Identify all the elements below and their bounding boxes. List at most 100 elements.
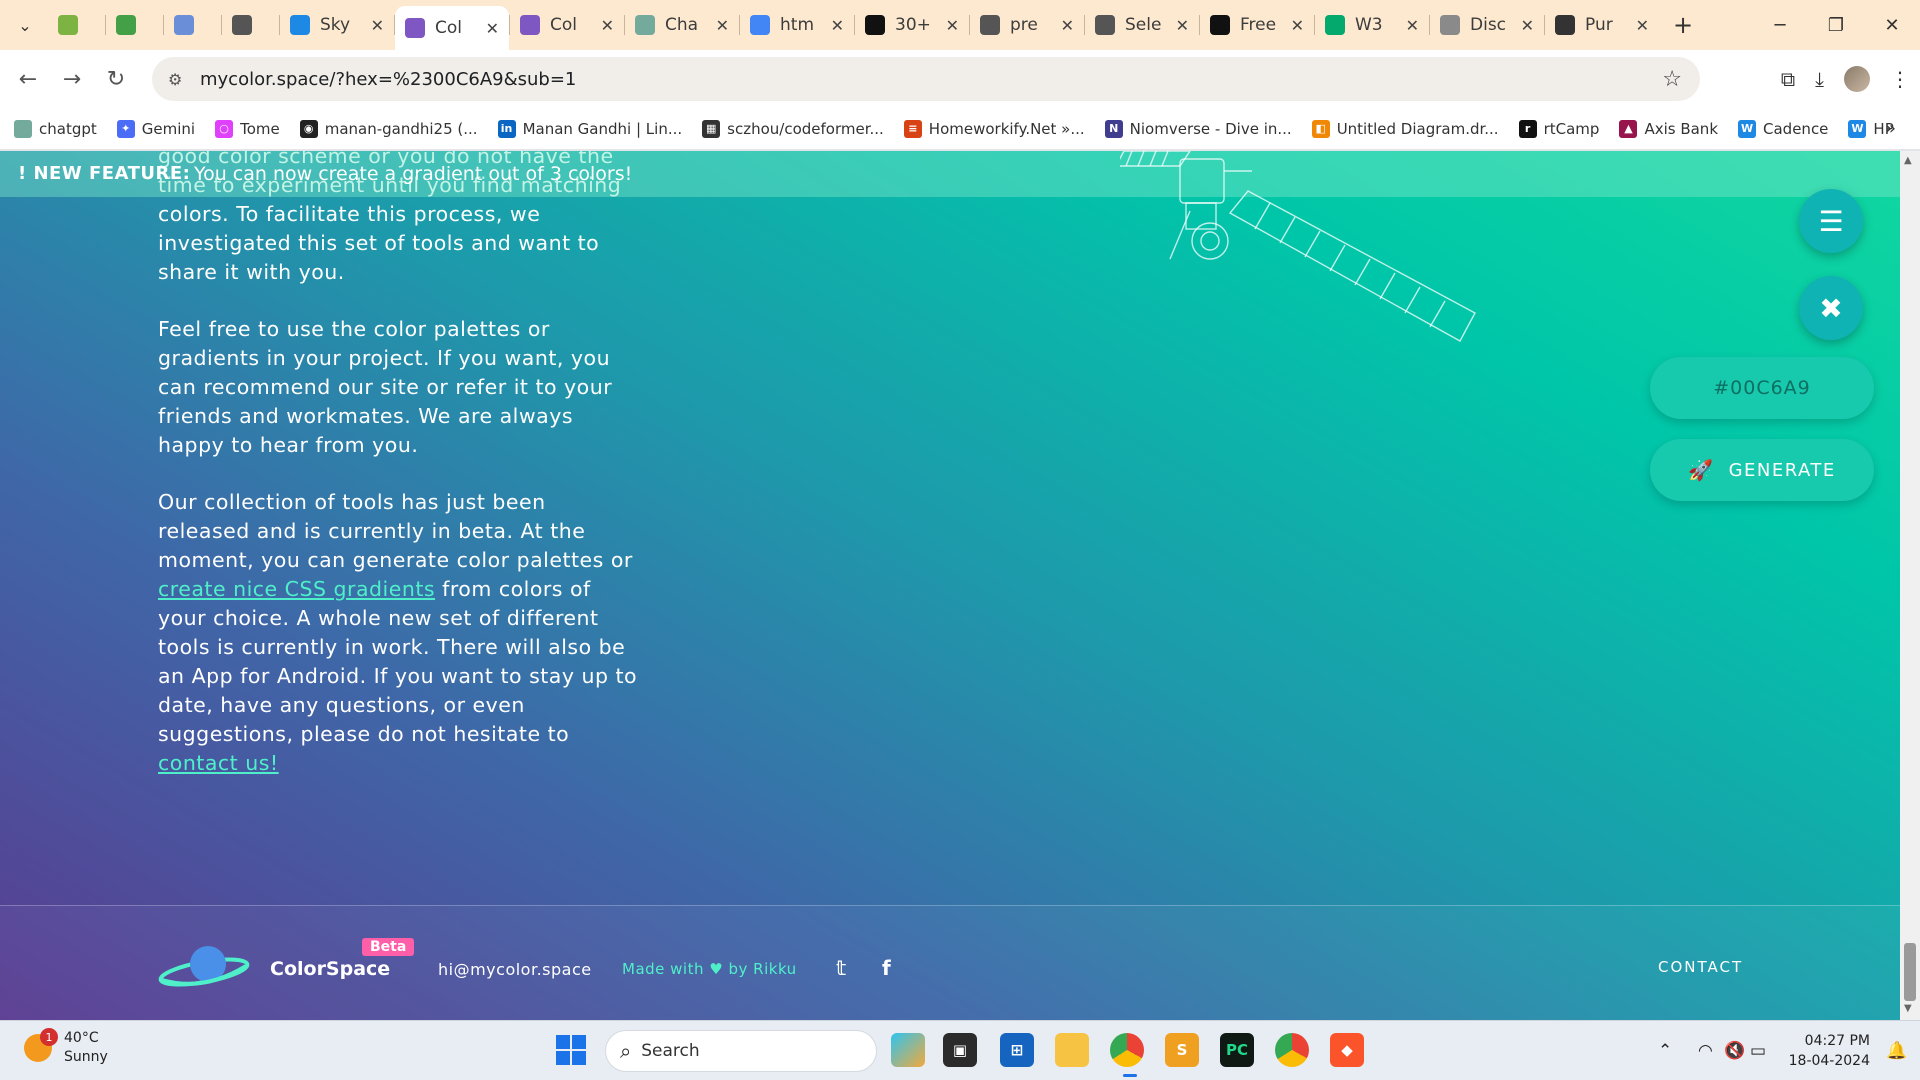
more-bookmarks-icon[interactable]: »: [1885, 118, 1896, 139]
hex-color-input[interactable]: #00C6A9: [1650, 357, 1874, 419]
bookmark-item[interactable]: ◧ Untitled Diagram.dr...: [1311, 119, 1499, 138]
back-icon[interactable]: ←: [6, 57, 50, 101]
made-with-credit: Made with ♥ by Rikku: [622, 960, 797, 978]
browser-tab[interactable]: [48, 6, 105, 44]
google-icon: [750, 15, 770, 35]
browser-tab[interactable]: pre ✕: [970, 6, 1084, 44]
extensions-icon[interactable]: ⧉: [1781, 67, 1795, 91]
tab-close-icon[interactable]: ✕: [1061, 16, 1074, 35]
os-taskbar: 1 40°C Sunny ⌕ Search ▣ ⊞ S PC ◆ ⌃ ◠ 🔇 ▭…: [0, 1020, 1920, 1080]
browser-tab[interactable]: [106, 6, 163, 44]
bookmark-item[interactable]: ≡ Homeworkify.Net »...: [903, 119, 1085, 138]
scrollbar-thumb[interactable]: [1904, 943, 1916, 1001]
file-explorer-icon[interactable]: [1055, 1033, 1089, 1067]
browser-tab[interactable]: Col ✕: [510, 6, 624, 44]
tab-close-icon[interactable]: ✕: [486, 19, 499, 38]
tab-close-icon[interactable]: ✕: [1291, 16, 1304, 35]
reload-icon[interactable]: ↻: [94, 57, 138, 101]
bookmark-item[interactable]: ▦ sczhou/codeformer...: [702, 119, 884, 138]
bookmark-item[interactable]: ✦ Gemini: [116, 119, 195, 138]
generate-button[interactable]: 🚀 GENERATE: [1650, 439, 1874, 501]
css-gradients-link[interactable]: create nice CSS gradients: [158, 577, 435, 601]
scroll-up-icon[interactable]: ▲: [1904, 155, 1912, 166]
page-scrollbar[interactable]: ▲ ▼: [1900, 151, 1920, 1020]
browser-tab[interactable]: Sele ✕: [1085, 6, 1199, 44]
forward-icon[interactable]: →: [50, 57, 94, 101]
clock[interactable]: 04:27 PM 18-04-2024: [1780, 1031, 1870, 1071]
footer-contact-link[interactable]: CONTACT: [1658, 958, 1743, 976]
about-paragraph-3: Our collection of tools has just been re…: [158, 488, 638, 778]
tab-close-icon[interactable]: ✕: [601, 16, 614, 35]
bookmark-item[interactable]: N Niomverse - Dive in...: [1104, 119, 1292, 138]
bookmark-label: Tome: [240, 119, 280, 138]
browser-tab[interactable]: Cha ✕: [625, 6, 739, 44]
close-button[interactable]: ✖: [1799, 276, 1863, 340]
browser-tab[interactable]: Sky ✕: [280, 6, 394, 44]
pycharm-icon[interactable]: PC: [1220, 1033, 1254, 1067]
bookmark-item[interactable]: W Cadence: [1738, 119, 1828, 138]
tab-close-icon[interactable]: ✕: [1636, 16, 1649, 35]
notification-bell-icon[interactable]: 🔔: [1886, 1041, 1907, 1061]
url-text[interactable]: mycolor.space/?hex=%2300C6A9&sub=1: [200, 69, 576, 90]
beta-badge: Beta: [362, 938, 415, 956]
contact-us-link[interactable]: contact us!: [158, 751, 279, 775]
tab-close-icon[interactable]: ✕: [831, 16, 844, 35]
bookmark-item[interactable]: in Manan Gandhi | Lin...: [497, 119, 682, 138]
battery-icon[interactable]: ▭: [1750, 1041, 1766, 1061]
bookmark-item[interactable]: ○ Tome: [215, 119, 280, 138]
brave-icon[interactable]: ◆: [1330, 1033, 1364, 1067]
taskbar-search[interactable]: ⌕ Search: [605, 1030, 877, 1072]
bookmark-item[interactable]: ▲ Axis Bank: [1619, 119, 1718, 138]
download-icon[interactable]: ⤓: [1815, 67, 1824, 91]
weather-widget[interactable]: 1 40°C Sunny: [24, 1028, 108, 1067]
globe-icon: [1095, 15, 1115, 35]
profile-avatar[interactable]: [1844, 66, 1870, 92]
show-hidden-icons-icon[interactable]: ⌃: [1658, 1041, 1672, 1061]
bookmark-star-icon[interactable]: ☆: [1662, 67, 1682, 92]
bookmark-item[interactable]: r rtCamp: [1518, 119, 1599, 138]
chrome-icon[interactable]: [1110, 1033, 1144, 1067]
task-view-icon[interactable]: ▣: [943, 1033, 977, 1067]
browser-tab[interactable]: Free ✕: [1200, 6, 1314, 44]
tab-close-icon[interactable]: ✕: [716, 16, 729, 35]
footer-email-link[interactable]: hi@mycolor.space: [438, 960, 592, 979]
menu-button[interactable]: ☰: [1799, 189, 1863, 253]
bookmark-item[interactable]: chatgpt: [14, 119, 97, 138]
tab-close-icon[interactable]: ✕: [1176, 16, 1189, 35]
browser-tab[interactable]: [164, 6, 221, 44]
site-info-icon[interactable]: ⚙: [168, 70, 188, 89]
volume-muted-icon[interactable]: 🔇: [1724, 1041, 1745, 1061]
browser-tab[interactable]: Disc ✕: [1430, 6, 1544, 44]
wifi-icon[interactable]: ◠: [1698, 1041, 1713, 1061]
tab-close-icon[interactable]: ✕: [371, 16, 384, 35]
scroll-down-icon[interactable]: ▼: [1904, 1003, 1912, 1014]
close-window-icon[interactable]: ✕: [1864, 0, 1920, 50]
twitter-icon[interactable]: 𝕥: [836, 956, 846, 980]
tab-close-icon[interactable]: ✕: [1406, 16, 1419, 35]
microsoft-store-icon[interactable]: ⊞: [1000, 1033, 1034, 1067]
restore-icon[interactable]: ❐: [1808, 0, 1864, 50]
browser-tab[interactable]: htm ✕: [740, 6, 854, 44]
bookmark-item[interactable]: ◉ manan-gandhi25 (...: [299, 119, 478, 138]
minimize-icon[interactable]: ─: [1752, 0, 1808, 50]
colorspace-planet-logo[interactable]: [158, 944, 250, 990]
tab-search-chevron-icon[interactable]: ⌄: [6, 6, 44, 44]
address-bar[interactable]: ⚙ mycolor.space/?hex=%2300C6A9&sub=1 ☆: [152, 57, 1700, 101]
windows-start-icon[interactable]: [556, 1035, 586, 1065]
browser-tab[interactable]: W3 ✕: [1315, 6, 1429, 44]
copilot-icon[interactable]: [891, 1033, 925, 1067]
tab-close-icon[interactable]: ✕: [1521, 16, 1534, 35]
browser-tab[interactable]: 30+ ✕: [855, 6, 969, 44]
sublime-text-icon[interactable]: S: [1165, 1033, 1199, 1067]
made-with-suffix[interactable]: by Rikku: [729, 960, 797, 978]
chrome-profile-icon[interactable]: [1275, 1033, 1309, 1067]
brand-name[interactable]: ColorSpace: [270, 958, 390, 980]
new-tab-button[interactable]: +: [1665, 7, 1701, 43]
facebook-icon[interactable]: f: [882, 956, 891, 980]
browser-tab[interactable]: Pur ✕: [1545, 6, 1659, 44]
browser-tab[interactable]: [222, 6, 279, 44]
leaf-icon: [116, 15, 136, 35]
menu-kebab-icon[interactable]: ⋮: [1890, 67, 1910, 91]
tab-close-icon[interactable]: ✕: [946, 16, 959, 35]
browser-tab[interactable]: Col ✕: [395, 6, 509, 50]
